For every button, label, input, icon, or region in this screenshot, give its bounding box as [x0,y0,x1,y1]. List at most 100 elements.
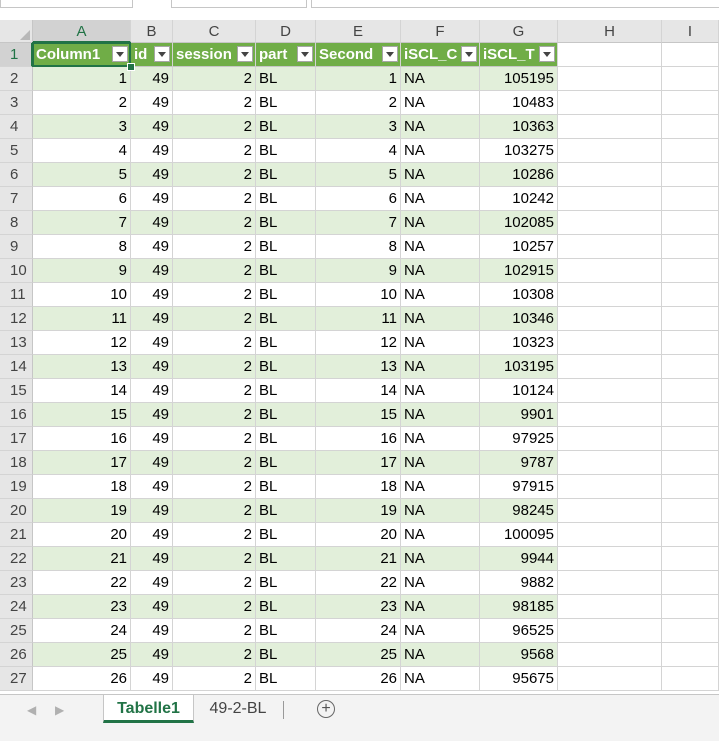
table-header-cell[interactable]: id [131,43,173,67]
table-cell[interactable]: BL [256,667,316,691]
empty-cell[interactable] [662,667,719,691]
table-cell[interactable]: 97925 [480,427,558,451]
add-sheet-icon[interactable]: + [317,700,335,718]
table-cell[interactable]: 49 [131,307,173,331]
empty-cell[interactable] [662,115,719,139]
table-cell[interactable]: NA [401,139,480,163]
table-cell[interactable]: 2 [173,547,256,571]
empty-cell[interactable] [558,259,662,283]
empty-cell[interactable] [558,571,662,595]
table-cell[interactable]: 2 [173,379,256,403]
table-cell[interactable]: BL [256,163,316,187]
table-cell[interactable]: NA [401,355,480,379]
table-cell[interactable]: 10323 [480,331,558,355]
empty-cell[interactable] [558,187,662,211]
empty-cell[interactable] [662,571,719,595]
fill-handle[interactable] [127,63,135,71]
table-cell[interactable]: NA [401,451,480,475]
table-cell[interactable]: 10124 [480,379,558,403]
table-cell[interactable]: 2 [173,571,256,595]
empty-cell[interactable] [662,619,719,643]
column-header-a[interactable]: A [33,20,131,43]
table-cell[interactable]: 2 [173,259,256,283]
table-cell[interactable]: BL [256,403,316,427]
empty-cell[interactable] [662,91,719,115]
table-cell[interactable]: BL [256,619,316,643]
next-sheet-arrow-icon[interactable]: ▶ [55,703,64,717]
table-cell[interactable]: 49 [131,235,173,259]
table-header-cell[interactable]: iSCL_T [480,43,558,67]
empty-cell[interactable] [662,547,719,571]
table-cell[interactable]: 2 [173,91,256,115]
table-cell[interactable]: 49 [131,619,173,643]
empty-cell[interactable] [558,667,662,691]
table-cell[interactable]: 3 [316,115,401,139]
table-cell[interactable]: 9944 [480,547,558,571]
sheet-tab-tabelle1[interactable]: Tabelle1 [103,695,194,723]
table-header-cell[interactable]: session [173,43,256,67]
empty-cell[interactable] [558,523,662,547]
table-cell[interactable]: 2 [173,643,256,667]
table-cell[interactable]: NA [401,667,480,691]
table-cell[interactable]: BL [256,571,316,595]
empty-cell[interactable] [558,403,662,427]
table-cell[interactable]: 49 [131,187,173,211]
table-cell[interactable]: BL [256,283,316,307]
row-header-18[interactable]: 18 [0,451,33,475]
empty-cell[interactable] [662,331,719,355]
table-cell[interactable]: 19 [33,499,131,523]
table-cell[interactable]: 20 [316,523,401,547]
table-cell[interactable]: 2 [173,211,256,235]
table-cell[interactable]: 11 [316,307,401,331]
row-header-15[interactable]: 15 [0,379,33,403]
empty-cell[interactable] [662,259,719,283]
table-cell[interactable]: NA [401,211,480,235]
table-cell[interactable]: 49 [131,259,173,283]
table-cell[interactable]: 49 [131,211,173,235]
table-cell[interactable]: 9568 [480,643,558,667]
table-cell[interactable]: 13 [33,355,131,379]
empty-cell[interactable] [662,139,719,163]
empty-cell[interactable] [558,115,662,139]
table-cell[interactable]: 21 [316,547,401,571]
table-cell[interactable]: 15 [316,403,401,427]
row-header-26[interactable]: 26 [0,643,33,667]
column-header-b[interactable]: B [131,20,173,43]
table-cell[interactable]: 22 [33,571,131,595]
table-cell[interactable]: 98245 [480,499,558,523]
table-cell[interactable]: NA [401,283,480,307]
table-cell[interactable]: NA [401,643,480,667]
table-cell[interactable]: NA [401,547,480,571]
sheet-tab-49-2-bl[interactable]: 49-2-BL [198,695,278,723]
table-cell[interactable]: 9901 [480,403,558,427]
table-cell[interactable]: 97915 [480,475,558,499]
table-cell[interactable]: 49 [131,571,173,595]
row-header-5[interactable]: 5 [0,139,33,163]
table-header-cell[interactable]: part [256,43,316,67]
empty-cell[interactable] [558,163,662,187]
table-cell[interactable]: 102915 [480,259,558,283]
table-cell[interactable]: 2 [173,235,256,259]
table-cell[interactable]: 2 [173,475,256,499]
table-cell[interactable]: 2 [33,91,131,115]
empty-cell[interactable] [558,331,662,355]
table-cell[interactable]: 49 [131,595,173,619]
table-cell[interactable]: 16 [33,427,131,451]
table-cell[interactable]: BL [256,67,316,91]
table-cell[interactable]: 10242 [480,187,558,211]
table-cell[interactable]: BL [256,187,316,211]
table-cell[interactable]: BL [256,427,316,451]
table-cell[interactable]: 49 [131,403,173,427]
table-cell[interactable]: NA [401,235,480,259]
empty-cell[interactable] [662,163,719,187]
row-header-6[interactable]: 6 [0,163,33,187]
table-cell[interactable]: 17 [33,451,131,475]
empty-cell[interactable] [662,595,719,619]
table-cell[interactable]: 2 [173,355,256,379]
table-cell[interactable]: BL [256,499,316,523]
row-header-11[interactable]: 11 [0,283,33,307]
table-cell[interactable]: NA [401,499,480,523]
select-all-corner[interactable] [0,20,33,43]
table-cell[interactable]: 7 [33,211,131,235]
table-cell[interactable]: 18 [316,475,401,499]
